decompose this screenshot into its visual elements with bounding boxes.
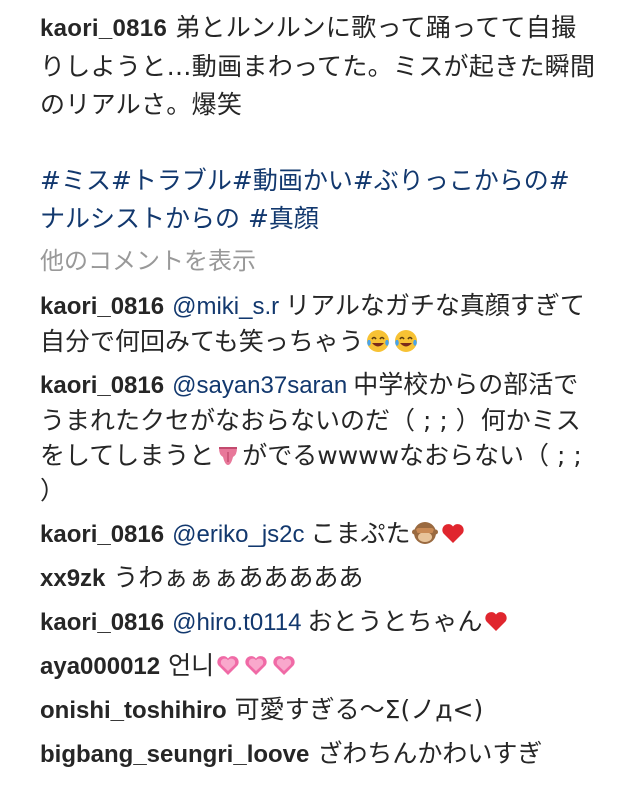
pink-heart-icon: [271, 652, 297, 678]
comment-username[interactable]: onishi_toshihiro: [40, 697, 227, 724]
tongue-icon: [215, 442, 241, 468]
comment-text: ざわちんかわいすぎ: [317, 739, 543, 768]
comment-3: kaori_0816 @eriko_js2c こまぷた: [40, 516, 600, 552]
red-heart-icon: [440, 520, 466, 546]
caption-username[interactable]: kaori_0816: [40, 15, 167, 42]
comment-2: kaori_0816 @sayan37saran 中学校からの部活でうまれたクセがな…: [40, 367, 600, 508]
comments-view: kaori_0816 弟とルンルンに歌って踊ってて自撮りしようと…動画まわってた。…: [0, 9, 640, 789]
tears-of-joy-icon: [393, 328, 419, 354]
comment-username[interactable]: kaori_0816: [40, 293, 164, 320]
comment-text: 可愛すぎる〜Σ(ノд<): [234, 695, 484, 724]
comment-username[interactable]: aya000012: [40, 653, 160, 680]
comment-7: onishi_toshihiro 可愛すぎる〜Σ(ノд<): [40, 692, 600, 728]
comment-4: xx9zk うわぁぁぁあああああ: [40, 560, 600, 596]
tears-of-joy-icon: [365, 328, 391, 354]
comment-username[interactable]: kaori_0816: [40, 609, 164, 636]
comment-mention[interactable]: @sayan37saran: [172, 372, 347, 399]
comment-text: こまぷた: [310, 519, 411, 548]
comment-username[interactable]: xx9zk: [40, 565, 105, 592]
red-heart-icon: [483, 608, 509, 634]
comment-mention[interactable]: @miki_s.r: [172, 293, 279, 320]
comment-text: おとうとちゃん: [307, 607, 483, 636]
pink-heart-icon: [215, 652, 241, 678]
comment-6: aya000012 언니: [40, 648, 600, 684]
comment-mention[interactable]: @hiro.t0114: [172, 609, 301, 636]
comment-1: kaori_0816 @miki_s.r リアルなガチな真顔すぎて自分で何回みても笑…: [40, 288, 600, 359]
comment-username[interactable]: kaori_0816: [40, 372, 164, 399]
comment-text: うわぁぁぁあああああ: [113, 563, 364, 592]
hashtag-line-2[interactable]: ナルシストからの #真顔: [40, 200, 600, 238]
comment-username[interactable]: kaori_0816: [40, 521, 164, 548]
hashtag-line-1[interactable]: #ミス#トラブル#動画かい#ぶりっこからの#: [40, 162, 600, 200]
hashtags: #ミス#トラブル#動画かい#ぶりっこからの# ナルシストからの #真顔: [40, 162, 600, 238]
comment-text: 언니: [168, 651, 215, 680]
comment-5: kaori_0816 @hiro.t0114 おとうとちゃん: [40, 604, 600, 640]
comment-mention[interactable]: @eriko_js2c: [172, 521, 304, 548]
pink-heart-icon: [243, 652, 269, 678]
comment-8: bigbang_seungri_loove ざわちんかわいすぎ: [40, 736, 600, 772]
post-caption: kaori_0816 弟とルンルンに歌って踊ってて自撮りしようと…動画まわってた。…: [40, 9, 600, 124]
see-no-evil-monkey-icon: [411, 520, 438, 546]
comment-username[interactable]: bigbang_seungri_loove: [40, 741, 309, 768]
show-more-comments-link[interactable]: 他のコメントを表示: [40, 242, 600, 280]
